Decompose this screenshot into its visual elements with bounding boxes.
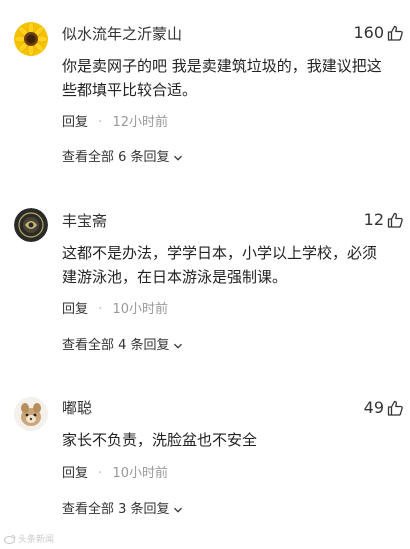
comment-line: 建游泳池，在日本游泳是强制课。 (62, 268, 288, 286)
comment-line: 这都不是办法，学学日本，小学以上学校，必须 (62, 244, 378, 262)
username[interactable]: 嘟聪 (62, 398, 92, 418)
reply-meta: 回复 · 12小时前 (62, 114, 168, 132)
username[interactable]: 丰宝斋 (62, 211, 107, 231)
separator-dot: · (98, 115, 103, 130)
view-all-replies-button[interactable]: 查看全部 6 条回复 (62, 149, 183, 167)
view-all-replies-button[interactable]: 查看全部 4 条回复 (62, 337, 183, 355)
view-all-label: 查看全部 3 条回复 (62, 502, 170, 517)
like-button[interactable]: 160 (353, 22, 404, 44)
reply-meta: 回复 · 10小时前 (62, 465, 168, 483)
reply-button[interactable]: 回复 (62, 302, 88, 317)
view-all-replies-button[interactable]: 查看全部 3 条回复 (62, 501, 183, 519)
dark-emblem-avatar-icon (14, 208, 48, 242)
thumbs-up-icon[interactable] (386, 211, 404, 229)
watermark: 头条新闻 (4, 532, 54, 545)
chevron-down-icon (173, 343, 182, 349)
comment-text: 你是卖网子的吧 我是卖建筑垃圾的，我建议把这 些都填平比较合适。 (62, 54, 402, 102)
animal-avatar-icon (14, 397, 48, 431)
comment-line: 些都填平比较合适。 (62, 81, 198, 99)
sunflower-avatar-icon (14, 22, 48, 56)
reply-meta: 回复 · 10小时前 (62, 301, 168, 319)
view-all-label: 查看全部 4 条回复 (62, 338, 170, 353)
separator-dot: · (98, 466, 103, 481)
like-count: 49 (363, 398, 384, 417)
timestamp: 12小时前 (112, 115, 168, 130)
like-button[interactable]: 12 (364, 209, 404, 231)
chevron-down-icon (173, 507, 182, 513)
view-all-label: 查看全部 6 条回复 (62, 150, 170, 165)
chevron-down-icon (173, 155, 182, 161)
like-count: 12 (363, 210, 384, 229)
like-button[interactable]: 49 (364, 397, 404, 419)
comment-line: 你是卖网子的吧 我是卖建筑垃圾的，我建议把这 (62, 57, 382, 75)
comment-line: 家长不负责，洗脸盆也不安全 (62, 431, 258, 449)
like-count: 160 (353, 23, 384, 42)
weibo-icon (4, 534, 16, 544)
comment-text: 家长不负责，洗脸盆也不安全 (62, 428, 402, 452)
reply-button[interactable]: 回复 (62, 115, 88, 130)
separator-dot: · (98, 302, 103, 317)
reply-button[interactable]: 回复 (62, 466, 88, 481)
watermark-text: 头条新闻 (18, 535, 55, 545)
timestamp: 10小时前 (112, 302, 168, 317)
thumbs-up-icon[interactable] (386, 24, 404, 42)
user-avatar[interactable] (14, 397, 48, 431)
timestamp: 10小时前 (112, 466, 168, 481)
username[interactable]: 似水流年之沂蒙山 (62, 24, 182, 44)
thumbs-up-icon[interactable] (386, 399, 404, 417)
comment-text: 这都不是办法，学学日本，小学以上学校，必须 建游泳池，在日本游泳是强制课。 (62, 241, 402, 289)
user-avatar[interactable] (14, 22, 48, 56)
user-avatar[interactable] (14, 208, 48, 242)
